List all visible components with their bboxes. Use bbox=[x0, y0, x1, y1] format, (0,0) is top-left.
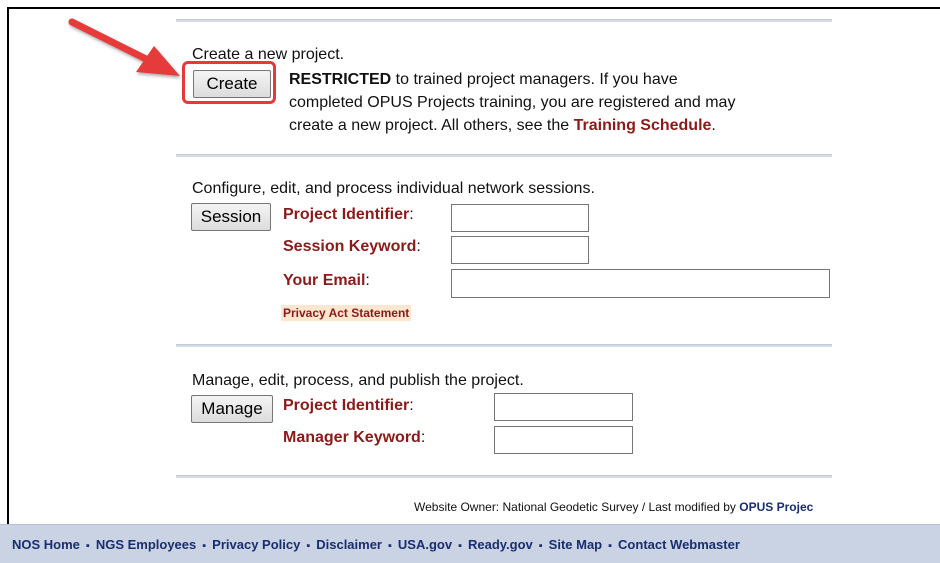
website-owner-line: Website Owner: National Geodetic Survey … bbox=[414, 500, 813, 514]
session-project-identifier-label-text: Project Identifier bbox=[283, 206, 410, 223]
footer-link-ready-gov[interactable]: Ready.gov bbox=[468, 537, 533, 552]
colon: : bbox=[365, 272, 370, 289]
footer-link-disclaimer[interactable]: Disclaimer bbox=[316, 537, 382, 552]
website-owner-text: Website Owner: National Geodetic Survey … bbox=[414, 500, 740, 514]
nav-separator: ▪ bbox=[388, 540, 392, 552]
restricted-line-1: RESTRICTED to trained project managers. … bbox=[289, 70, 678, 90]
your-email-label: Your Email: bbox=[283, 271, 370, 291]
divider-3 bbox=[176, 475, 832, 478]
footer-link-ngs-employees[interactable]: NGS Employees bbox=[96, 537, 196, 552]
footer-nav-bar: NOS Home ▪ NGS Employees ▪ Privacy Policy ▪ Di… bbox=[0, 524, 940, 563]
divider-top bbox=[176, 19, 832, 22]
footer-link-site-map[interactable]: Site Map bbox=[549, 537, 602, 552]
manage-project-identifier-label-text: Project Identifier bbox=[283, 397, 410, 414]
privacy-act-statement-link[interactable]: Privacy Act Statement bbox=[281, 305, 412, 321]
session-section-title: Configure, edit, and process individual … bbox=[192, 180, 595, 197]
your-email-input[interactable] bbox=[451, 269, 830, 298]
nav-separator: ▪ bbox=[538, 540, 543, 552]
session-project-identifier-input[interactable] bbox=[451, 204, 589, 232]
divider-1 bbox=[176, 154, 832, 157]
last-modified-by-link[interactable]: OPUS Projec bbox=[739, 500, 813, 514]
restricted-label: RESTRICTED bbox=[289, 71, 392, 88]
footer-link-contact-webmaster[interactable]: Contact Webmaster bbox=[618, 537, 740, 552]
restricted-line-3: create a new project. All others, see th… bbox=[289, 116, 716, 136]
restricted-line-3-text: create a new project. All others, see th… bbox=[289, 117, 574, 134]
restricted-line-3-end: . bbox=[711, 117, 716, 134]
manage-project-identifier-label: Project Identifier: bbox=[283, 396, 414, 416]
nav-separator: ▪ bbox=[458, 540, 462, 552]
restricted-line-2: completed OPUS Projects training, you ar… bbox=[289, 94, 736, 111]
session-keyword-label: Session Keyword: bbox=[283, 237, 421, 257]
nav-separator: ▪ bbox=[202, 540, 207, 552]
restricted-line-1-text: to trained project managers. If you have bbox=[391, 71, 678, 88]
colon: : bbox=[409, 397, 414, 414]
manage-section-title: Manage, edit, process, and publish the p… bbox=[192, 372, 524, 389]
divider-2 bbox=[176, 344, 832, 347]
your-email-label-text: Your Email bbox=[283, 272, 366, 289]
colon: : bbox=[420, 429, 426, 446]
session-keyword-input[interactable] bbox=[451, 236, 589, 264]
create-button[interactable]: Create bbox=[193, 70, 271, 98]
training-schedule-link[interactable]: Training Schedule bbox=[574, 117, 712, 134]
footer-nav-items: NOS Home ▪ NGS Employees ▪ Privacy Policy ▪ Di… bbox=[12, 537, 740, 552]
nav-separator: ▪ bbox=[85, 540, 90, 552]
nav-separator: ▪ bbox=[608, 540, 613, 552]
session-project-identifier-label: Project Identifier: bbox=[283, 205, 414, 225]
footer-link-usa-gov[interactable]: USA.gov bbox=[398, 537, 452, 552]
session-keyword-label-text: Session Keyword bbox=[283, 238, 417, 255]
session-button[interactable]: Session bbox=[191, 203, 271, 231]
colon: : bbox=[416, 238, 421, 255]
manage-project-identifier-input[interactable] bbox=[494, 393, 633, 421]
manager-keyword-input[interactable] bbox=[494, 426, 633, 454]
colon: : bbox=[409, 206, 414, 223]
nav-separator: ▪ bbox=[306, 540, 311, 552]
manage-button[interactable]: Manage bbox=[191, 395, 273, 423]
manager-keyword-label-text: Manager Keyword bbox=[283, 429, 421, 446]
manager-keyword-label: Manager Keyword: bbox=[283, 428, 425, 448]
footer-link-privacy-policy[interactable]: Privacy Policy bbox=[212, 537, 300, 552]
footer-link-nos-home[interactable]: NOS Home bbox=[12, 537, 80, 552]
